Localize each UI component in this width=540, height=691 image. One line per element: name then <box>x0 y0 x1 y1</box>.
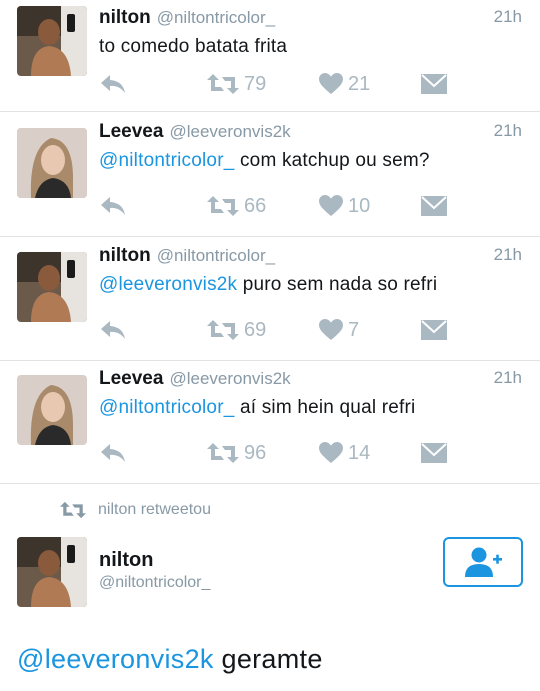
reply-button[interactable] <box>99 69 127 99</box>
user-handle[interactable]: @niltontricolor_ <box>99 574 210 592</box>
add-user-icon <box>465 547 502 577</box>
retweet-notice-text: nilton retweetou <box>98 501 211 518</box>
like-button[interactable]: 21 <box>319 69 370 99</box>
heart-icon <box>319 195 343 216</box>
like-button[interactable]: 10 <box>319 191 370 221</box>
tweet-text: @leeveronvis2k puro sem nada so refri <box>99 274 438 295</box>
user-name[interactable]: Leevea <box>99 121 163 142</box>
user-name[interactable]: Leevea <box>99 368 163 389</box>
avatar[interactable] <box>17 375 87 445</box>
avatar[interactable] <box>17 6 87 76</box>
tweet-time: 21h <box>493 368 522 387</box>
reply-button[interactable] <box>99 438 127 468</box>
mention-link[interactable]: @niltontricolor_ <box>99 150 235 171</box>
reply-icon <box>101 75 125 93</box>
tweet[interactable]: Leevea @leeveronvis2k 21h @niltontricolor… <box>0 360 540 484</box>
tweet[interactable]: nilton @niltontricolor_ 21h to comedo bat… <box>0 0 540 112</box>
user-name[interactable]: nilton <box>99 245 151 266</box>
retweet-count: 66 <box>244 194 267 217</box>
follow-button[interactable] <box>443 537 523 587</box>
user-handle[interactable]: @leeveronvis2k <box>169 369 290 388</box>
direct-message-button[interactable] <box>421 438 447 468</box>
tweet-time: 21h <box>493 121 522 140</box>
heart-icon <box>319 319 343 340</box>
retweet-icon <box>60 501 86 519</box>
like-count: 10 <box>348 194 371 217</box>
like-count: 21 <box>348 72 371 95</box>
tweet[interactable]: Leevea @leeveronvis2k 21h @niltontricolor… <box>0 113 540 237</box>
envelope-icon <box>421 74 447 94</box>
user-handle[interactable]: @niltontricolor_ <box>157 246 275 265</box>
retweet-button[interactable]: 79 <box>207 69 266 99</box>
retweet-button[interactable]: 66 <box>207 191 266 221</box>
mention-link[interactable]: @leeveronvis2k <box>17 644 214 674</box>
reply-icon <box>101 321 125 339</box>
user-handle[interactable]: @niltontricolor_ <box>157 8 275 27</box>
tweet-time: 21h <box>493 245 522 264</box>
retweet-icon <box>207 320 239 340</box>
like-button[interactable]: 7 <box>319 315 359 345</box>
retweet-icon <box>207 196 239 216</box>
retweet-count: 79 <box>244 72 267 95</box>
like-button[interactable]: 14 <box>319 438 370 468</box>
user-name[interactable]: nilton <box>99 7 151 28</box>
envelope-icon <box>421 320 447 340</box>
tweet-text: to comedo batata frita <box>99 36 288 57</box>
user-handle[interactable]: @leeveronvis2k <box>169 122 290 141</box>
tweet-time: 21h <box>493 7 522 26</box>
like-count: 14 <box>348 441 371 464</box>
mention-link[interactable]: @leeveronvis2k <box>99 274 237 295</box>
tweet-text: @niltontricolor_ com katchup ou sem? <box>99 150 430 171</box>
direct-message-button[interactable] <box>421 315 447 345</box>
direct-message-button[interactable] <box>421 69 447 99</box>
tweet[interactable]: nilton @niltontricolor_ 21h @leeveronvis2… <box>0 237 540 361</box>
envelope-icon <box>421 443 447 463</box>
mention-link[interactable]: @niltontricolor_ <box>99 397 235 418</box>
retweet-count: 96 <box>244 441 267 464</box>
retweet-button[interactable]: 96 <box>207 438 266 468</box>
retweet-button[interactable]: 69 <box>207 315 266 345</box>
direct-message-button[interactable] <box>421 191 447 221</box>
reply-button[interactable] <box>99 315 127 345</box>
retweet-notice[interactable]: nilton retweetou <box>60 497 211 523</box>
reply-button[interactable] <box>99 191 127 221</box>
heart-icon <box>319 442 343 463</box>
reply-icon <box>101 444 125 462</box>
envelope-icon <box>421 196 447 216</box>
retweet-icon <box>207 74 239 94</box>
heart-icon <box>319 73 343 94</box>
like-count: 7 <box>348 318 360 341</box>
tweet-text: @leeveronvis2k geramte <box>17 644 323 674</box>
avatar[interactable] <box>17 252 87 322</box>
avatar[interactable] <box>17 128 87 198</box>
reply-icon <box>101 197 125 215</box>
tweet-text: @niltontricolor_ aí sim hein qual refri <box>99 397 416 418</box>
retweet-icon <box>207 443 239 463</box>
user-name[interactable]: nilton <box>99 549 153 572</box>
retweet-count: 69 <box>244 318 267 341</box>
avatar[interactable] <box>17 537 87 607</box>
